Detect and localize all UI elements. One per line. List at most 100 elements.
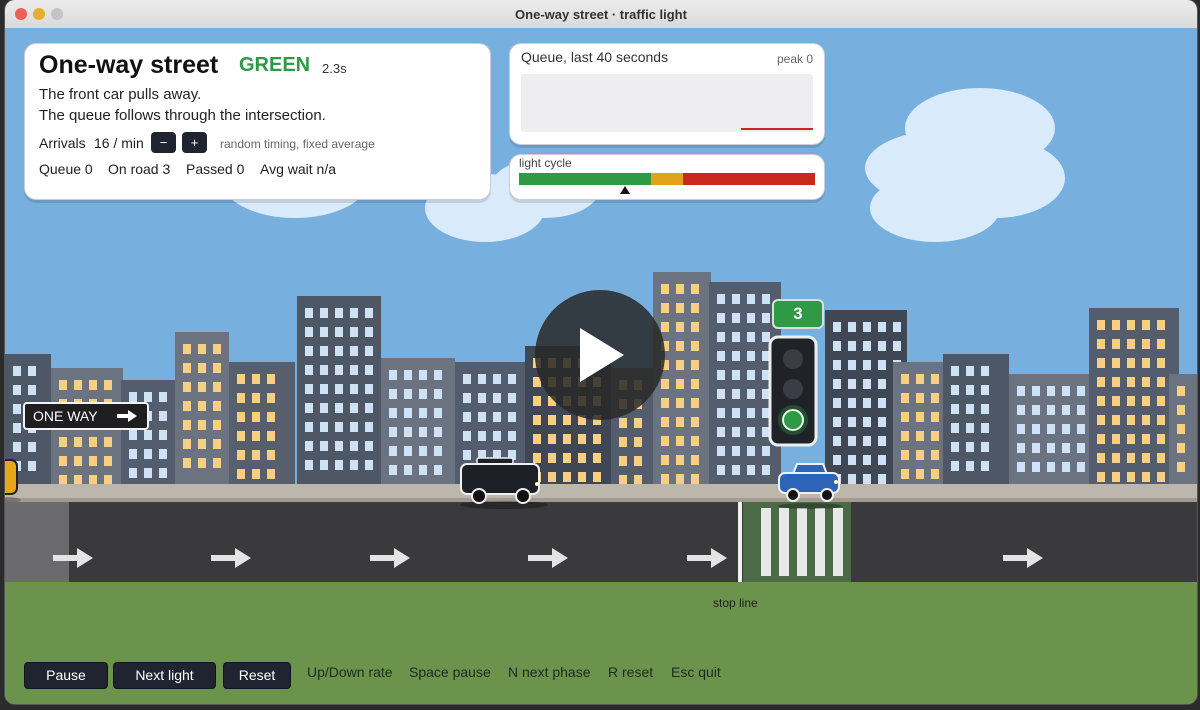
building-window (419, 389, 427, 399)
building-window (365, 403, 373, 413)
building-window (59, 475, 67, 485)
arrivals-label: Arrivals (39, 135, 86, 151)
building-window (1062, 424, 1070, 434)
building-window (563, 434, 571, 444)
building-window (1112, 377, 1120, 387)
building-window (159, 392, 167, 402)
building-window (335, 422, 343, 432)
building-window (863, 474, 871, 484)
building-window (365, 384, 373, 394)
cycle-bar-green (519, 173, 651, 185)
building-window (619, 456, 627, 466)
building-window (951, 442, 959, 452)
building-window (863, 398, 871, 408)
building-window (676, 284, 684, 294)
building-window (434, 370, 442, 380)
building-window (848, 322, 856, 332)
building-window (717, 332, 725, 342)
building-window (1177, 462, 1185, 472)
building-window (28, 442, 36, 452)
building-window (104, 475, 112, 485)
building-window (901, 393, 909, 403)
building-window (305, 365, 313, 375)
cycle-position-marker-icon (620, 186, 630, 194)
hint-rate: Up/Down rate (307, 664, 393, 680)
building-window (878, 341, 886, 351)
building-window (74, 380, 82, 390)
building-window (305, 346, 313, 356)
building-window (198, 382, 206, 392)
building-window (320, 422, 328, 432)
reset-button[interactable]: Reset (223, 662, 291, 689)
building-window (691, 341, 699, 351)
building-window (1047, 462, 1055, 472)
increase-rate-button[interactable]: + (182, 132, 207, 153)
building-window (365, 460, 373, 470)
building-window (901, 374, 909, 384)
building-window (676, 322, 684, 332)
building-window (1177, 424, 1185, 434)
building-window (533, 415, 541, 425)
road-arrow-icon (687, 548, 727, 568)
building-window (691, 379, 699, 389)
building-window (619, 418, 627, 428)
building-window (1032, 405, 1040, 415)
building-window (213, 382, 221, 392)
building-window (237, 469, 245, 479)
building-window (732, 294, 740, 304)
building-window (89, 456, 97, 466)
building-window (365, 441, 373, 451)
building-window (717, 351, 725, 361)
building-window (198, 344, 206, 354)
building-window (1097, 472, 1105, 482)
building-window (981, 404, 989, 414)
building-window (389, 446, 397, 456)
building-window (717, 370, 725, 380)
building-window (183, 458, 191, 468)
building-window (59, 437, 67, 447)
building-window (1097, 415, 1105, 425)
building-window (1097, 320, 1105, 330)
building-window (89, 380, 97, 390)
play-button[interactable] (535, 290, 665, 420)
building-window (563, 415, 571, 425)
building-window (661, 303, 669, 313)
building-window (863, 436, 871, 446)
next-light-button[interactable]: Next light (113, 662, 216, 689)
building-window (463, 393, 471, 403)
app-window: One-way street · traffic light ONE WAY 3… (5, 0, 1197, 704)
window-title: One-way street · traffic light (515, 7, 687, 22)
status-line-2: The queue follows through the intersecti… (39, 107, 326, 124)
title-bar: One-way street · traffic light (5, 0, 1197, 29)
building-window (13, 385, 21, 395)
building-window (1077, 462, 1085, 472)
building-window (320, 460, 328, 470)
building-window (619, 437, 627, 447)
building-window (320, 346, 328, 356)
building-window (198, 401, 206, 411)
building-window (434, 446, 442, 456)
building-window (1142, 377, 1150, 387)
pause-button[interactable]: Pause (24, 662, 108, 689)
hint-pause: Space pause (409, 664, 491, 680)
building-window (389, 465, 397, 475)
decrease-rate-button[interactable]: − (151, 132, 176, 153)
building-window (198, 458, 206, 468)
building-window (732, 351, 740, 361)
building-window (1142, 320, 1150, 330)
building-window (335, 327, 343, 337)
building-window (320, 441, 328, 451)
building-window (931, 393, 939, 403)
building-window (901, 431, 909, 441)
building-window (1142, 472, 1150, 482)
building-window (434, 427, 442, 437)
building-window (213, 439, 221, 449)
building-window (59, 456, 67, 466)
building-window (104, 456, 112, 466)
road-arrow-icon (53, 548, 93, 568)
building-window (833, 379, 841, 389)
building-window (159, 468, 167, 478)
building-window (676, 341, 684, 351)
car-yellow (5, 459, 21, 502)
light-state: GREEN (239, 54, 311, 76)
